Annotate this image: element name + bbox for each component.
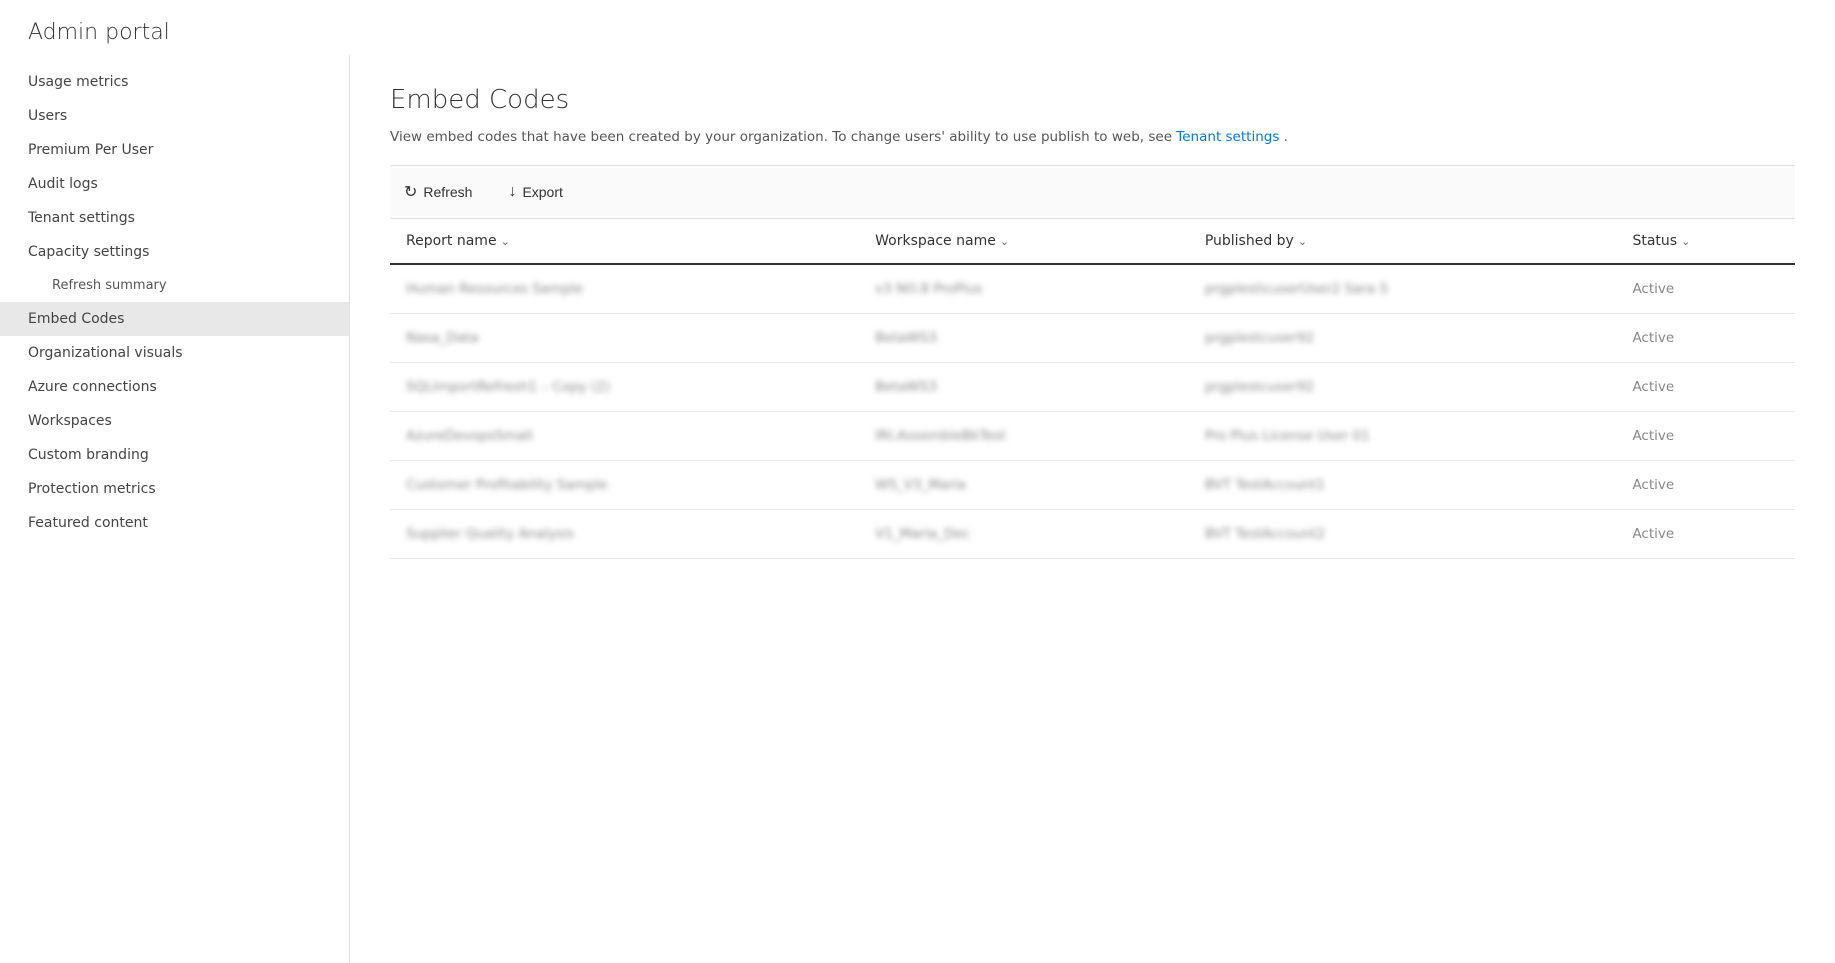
cell-workspace-name: v3 NO.8 ProPlus [859, 264, 1189, 314]
cell-status: Active [1616, 412, 1795, 461]
toolbar: ↻ Refresh ↓ Export [390, 165, 1795, 219]
cell-published-by: prgplesticuserUser2 Sara S [1189, 264, 1617, 314]
cell-status: Active [1616, 264, 1795, 314]
cell-report-name: AzureDevopsSmall [390, 412, 859, 461]
col-header-workspace-name[interactable]: Workspace name ⌄ [859, 219, 1189, 264]
refresh-button[interactable]: ↻ Refresh [390, 176, 486, 208]
cell-published-by: prgplestcuser92 [1189, 314, 1617, 363]
cell-published-by: BVT TestAccount2 [1189, 510, 1617, 559]
sidebar-item-tenant-settings[interactable]: Tenant settings [0, 201, 349, 235]
chevron-down-icon: ⌄ [1298, 235, 1307, 248]
col-header-status[interactable]: Status ⌄ [1616, 219, 1795, 264]
cell-report-name: Nasa_Data [390, 314, 859, 363]
table-row: AzureDevopsSmallIRI.AssembleBkTestPro Pl… [390, 412, 1795, 461]
export-button[interactable]: ↓ Export [494, 177, 576, 207]
table-row: Nasa_DataBetaWS3prgplestcuser92Active [390, 314, 1795, 363]
cell-workspace-name: IRI.AssembleBkTest [859, 412, 1189, 461]
table-row: Customer Profitability SampleWS_V3_Maria… [390, 461, 1795, 510]
table-row: Human Resources Samplev3 NO.8 ProPlusprg… [390, 264, 1795, 314]
page-description: View embed codes that have been created … [390, 129, 1795, 145]
sidebar-item-usage-metrics[interactable]: Usage metrics [0, 65, 349, 99]
sidebar-item-users[interactable]: Users [0, 99, 349, 133]
sidebar-item-azure-connections[interactable]: Azure connections [0, 370, 349, 404]
cell-report-name: Human Resources Sample [390, 264, 859, 314]
sidebar: Usage metricsUsersPremium Per UserAudit … [0, 55, 350, 963]
chevron-down-icon: ⌄ [1000, 235, 1009, 248]
cell-status: Active [1616, 461, 1795, 510]
cell-report-name: SQLImportRefresh1 – Copy (2) [390, 363, 859, 412]
cell-report-name: Customer Profitability Sample [390, 461, 859, 510]
sidebar-item-capacity-settings[interactable]: Capacity settings [0, 235, 349, 269]
chevron-down-icon: ⌄ [1681, 235, 1690, 248]
table-row: Supplier Quality AnalysisV1_Maria_DecBVT… [390, 510, 1795, 559]
sidebar-item-protection-metrics[interactable]: Protection metrics [0, 472, 349, 506]
sidebar-item-organizational-visuals[interactable]: Organizational visuals [0, 336, 349, 370]
cell-published-by: BVT TestAccount1 [1189, 461, 1617, 510]
sidebar-item-custom-branding[interactable]: Custom branding [0, 438, 349, 472]
app-title: Admin portal [0, 0, 1835, 55]
page-title: Embed Codes [390, 85, 1795, 115]
cell-workspace-name: V1_Maria_Dec [859, 510, 1189, 559]
cell-published-by: prgplestcuser92 [1189, 363, 1617, 412]
col-header-published-by[interactable]: Published by ⌄ [1189, 219, 1617, 264]
tenant-settings-link[interactable]: Tenant settings [1176, 129, 1279, 145]
cell-workspace-name: WS_V3_Maria [859, 461, 1189, 510]
main-content: Embed Codes View embed codes that have b… [350, 55, 1835, 963]
sidebar-item-embed-codes[interactable]: Embed Codes [0, 302, 349, 336]
col-header-report-name[interactable]: Report name ⌄ [390, 219, 859, 264]
sidebar-item-workspaces[interactable]: Workspaces [0, 404, 349, 438]
embed-codes-table: Report name ⌄ Workspace name ⌄ Published… [390, 219, 1795, 559]
table-header-row: Report name ⌄ Workspace name ⌄ Published… [390, 219, 1795, 264]
cell-workspace-name: BetaWS3 [859, 314, 1189, 363]
cell-report-name: Supplier Quality Analysis [390, 510, 859, 559]
chevron-down-icon: ⌄ [501, 235, 510, 248]
sidebar-item-premium-per-user[interactable]: Premium Per User [0, 133, 349, 167]
cell-status: Active [1616, 510, 1795, 559]
refresh-icon: ↻ [404, 182, 417, 202]
sidebar-item-featured-content[interactable]: Featured content [0, 506, 349, 540]
sidebar-item-audit-logs[interactable]: Audit logs [0, 167, 349, 201]
sidebar-item-refresh-summary[interactable]: Refresh summary [0, 269, 349, 302]
cell-published-by: Pro Plus License User 01 [1189, 412, 1617, 461]
cell-status: Active [1616, 363, 1795, 412]
cell-workspace-name: BetaWS3 [859, 363, 1189, 412]
cell-status: Active [1616, 314, 1795, 363]
table-row: SQLImportRefresh1 – Copy (2)BetaWS3prgpl… [390, 363, 1795, 412]
export-icon: ↓ [508, 183, 516, 201]
